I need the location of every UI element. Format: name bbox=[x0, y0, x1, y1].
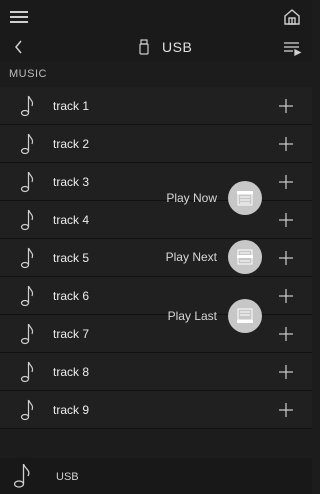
usb-icon bbox=[138, 39, 150, 55]
list-item[interactable]: track 2 bbox=[0, 125, 312, 163]
track-title: track 6 bbox=[53, 289, 90, 303]
add-icon[interactable] bbox=[278, 174, 294, 190]
music-note-icon bbox=[20, 398, 36, 422]
now-playing-bar[interactable]: USB bbox=[0, 458, 312, 494]
now-playing-source: USB bbox=[56, 471, 79, 483]
queue-icon[interactable] bbox=[282, 39, 302, 57]
section-label: MUSIC bbox=[9, 68, 47, 80]
nav-bar: USB bbox=[0, 33, 312, 61]
add-icon[interactable] bbox=[278, 364, 294, 380]
add-icon[interactable] bbox=[278, 288, 294, 304]
track-title: track 7 bbox=[53, 327, 90, 341]
add-icon[interactable] bbox=[278, 212, 294, 228]
list-item[interactable]: track 9 bbox=[0, 391, 312, 429]
list-item[interactable]: track 5 bbox=[0, 239, 312, 277]
music-note-icon bbox=[20, 360, 36, 384]
add-icon[interactable] bbox=[278, 136, 294, 152]
play-next-icon bbox=[237, 249, 253, 265]
home-icon[interactable] bbox=[282, 7, 302, 27]
play-last-label[interactable]: Play Last bbox=[168, 309, 217, 323]
top-bar bbox=[0, 0, 312, 33]
music-note-icon bbox=[20, 94, 36, 118]
add-icon[interactable] bbox=[278, 326, 294, 342]
play-last-button[interactable] bbox=[228, 299, 262, 333]
music-note-icon bbox=[20, 322, 36, 346]
list-item[interactable]: track 1 bbox=[0, 87, 312, 125]
track-list: track 1 track 2 track 3 track 4 track 5 … bbox=[0, 87, 312, 429]
track-title: track 5 bbox=[53, 251, 90, 265]
add-icon[interactable] bbox=[278, 250, 294, 266]
list-item[interactable]: track 4 bbox=[0, 201, 312, 239]
chevron-left-icon[interactable] bbox=[12, 38, 26, 56]
track-title: track 3 bbox=[53, 175, 90, 189]
page-title: USB bbox=[162, 39, 193, 55]
track-title: track 2 bbox=[53, 137, 90, 151]
add-icon[interactable] bbox=[278, 98, 294, 114]
play-now-icon bbox=[237, 191, 253, 206]
play-next-button[interactable] bbox=[228, 240, 262, 274]
music-note-icon bbox=[13, 462, 33, 490]
music-note-icon bbox=[20, 284, 36, 308]
music-note-icon bbox=[20, 132, 36, 156]
list-item[interactable]: track 8 bbox=[0, 353, 312, 391]
track-title: track 8 bbox=[53, 365, 90, 379]
music-note-icon bbox=[20, 170, 36, 194]
track-title: track 9 bbox=[53, 403, 90, 417]
play-last-icon bbox=[237, 308, 253, 323]
track-title: track 1 bbox=[53, 99, 90, 113]
play-now-button[interactable] bbox=[228, 181, 262, 215]
list-item[interactable]: track 6 bbox=[0, 277, 312, 315]
list-item[interactable]: track 7 bbox=[0, 315, 312, 353]
music-note-icon bbox=[20, 208, 36, 232]
hamburger-icon[interactable] bbox=[10, 11, 28, 23]
play-next-label[interactable]: Play Next bbox=[166, 250, 217, 264]
music-note-icon bbox=[20, 246, 36, 270]
list-item[interactable]: track 3 bbox=[0, 163, 312, 201]
track-title: track 4 bbox=[53, 213, 90, 227]
add-icon[interactable] bbox=[278, 402, 294, 418]
play-now-label[interactable]: Play Now bbox=[166, 191, 217, 205]
